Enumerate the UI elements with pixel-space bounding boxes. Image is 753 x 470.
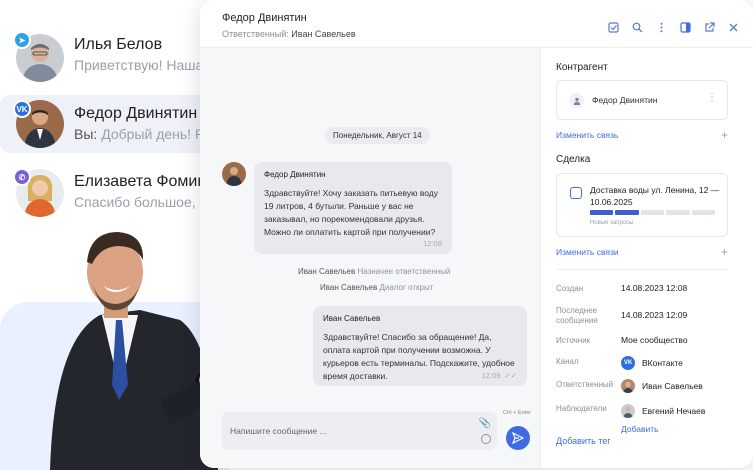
- chat-name: Федор Двинятин: [74, 105, 198, 122]
- send-button[interactable]: [506, 426, 530, 450]
- deal-heading: Сделка: [556, 154, 591, 165]
- deal-name: Доставка воды ул. Ленина, 12 — 10.06.202…: [590, 185, 720, 207]
- viber-icon: ✆: [13, 168, 31, 186]
- attach-icon[interactable]: 📎: [479, 418, 491, 429]
- system-event: Иван Савельев Диалог открыт: [320, 283, 434, 292]
- avatar: [621, 404, 635, 418]
- chat-name: Илья Белов: [74, 36, 163, 53]
- add-icon[interactable]: +: [721, 128, 728, 142]
- send-icon: [512, 432, 524, 444]
- message-author: Иван Савельев: [323, 314, 381, 323]
- deal-icon: [570, 187, 582, 199]
- external-link-icon[interactable]: [703, 21, 715, 33]
- chat-preview: Вы: Добрый день! Р: [74, 126, 205, 142]
- chat-preview: Приветствую! Наша: [74, 57, 204, 73]
- responsible-subtitle: Ответственный: Иван Савельев: [222, 29, 356, 39]
- chat-window: Федор Двинятин Ответственный: Иван Савел…: [200, 0, 753, 468]
- vk-icon: VK: [13, 100, 31, 118]
- emoji-icon[interactable]: [481, 434, 491, 444]
- created-value: 14.08.2023 12:08: [621, 283, 688, 293]
- progress-segment: [691, 210, 716, 215]
- responsible-label: Ответственный: [556, 380, 614, 389]
- message-time: 12:08: [423, 239, 442, 248]
- header-toolbar: [607, 21, 739, 33]
- channel-label: Канал: [556, 357, 579, 366]
- change-link-button[interactable]: Изменить связь: [556, 130, 618, 140]
- add-tag-button[interactable]: Добавить тег: [556, 436, 611, 446]
- contractor-name: Федор Двинятин: [592, 95, 658, 105]
- deal-stage: Новые запросы: [590, 220, 634, 226]
- channel-value: ВКонтакте: [642, 358, 683, 368]
- read-check-icon: ✓✓: [504, 371, 517, 380]
- message-input[interactable]: [226, 417, 476, 445]
- progress-segment: [640, 210, 665, 215]
- compose-box: 📎: [222, 412, 497, 450]
- user-icon: [569, 93, 584, 108]
- chat-area: Понедельник, Август 14 Федор Двинятин Зд…: [200, 48, 540, 468]
- deal-progress: [590, 210, 716, 215]
- change-links-button[interactable]: Изменить связи: [556, 247, 619, 257]
- chat-preview: Спасибо большое, п: [74, 194, 208, 210]
- created-label: Создан: [556, 284, 584, 293]
- source-label: Источник: [556, 336, 591, 345]
- progress-segment: [666, 210, 690, 215]
- progress-segment: [590, 210, 614, 215]
- contact-title: Федор Двинятин: [222, 12, 307, 24]
- chat-name: Елизавета Фомин: [74, 173, 207, 190]
- send-shortcut-hint: Ctrl + Enter: [503, 410, 531, 416]
- search-icon[interactable]: [631, 21, 643, 33]
- last-message-label: Последнее сообщение: [556, 306, 598, 325]
- checkbox-icon[interactable]: [607, 21, 619, 33]
- deal-card[interactable]: Доставка воды ул. Ленина, 12 — 10.06.202…: [556, 173, 728, 237]
- incoming-message: Федор Двинятин Здравствуйте! Хочу заказа…: [254, 162, 452, 254]
- chat-header: Федор Двинятин Ответственный: Иван Савел…: [200, 0, 753, 48]
- date-separator: Понедельник, Август 14: [325, 127, 430, 144]
- message-time: 12:09 ✓✓: [481, 371, 517, 380]
- more-vertical-icon[interactable]: ⋮: [707, 92, 717, 103]
- contractor-heading: Контрагент: [556, 62, 608, 73]
- avatar: [222, 162, 246, 186]
- vk-icon: VK: [621, 356, 635, 370]
- contractor-card[interactable]: Федор Двинятин ⋮: [556, 80, 728, 120]
- progress-segment: [615, 210, 639, 215]
- outgoing-message: Иван Савельев Здравствуйте! Спасибо за о…: [313, 306, 527, 386]
- avatar: [621, 379, 635, 393]
- message-text: Здравствуйте! Хочу заказать питьевую вод…: [264, 188, 439, 237]
- divider: [556, 269, 728, 270]
- last-message-value: 14.08.2023 12:09: [621, 310, 688, 320]
- responsible-value: Иван Савельев: [642, 381, 703, 391]
- more-vertical-icon[interactable]: [655, 21, 667, 33]
- observers-label: Наблюдатели: [556, 404, 607, 413]
- source-value: Мое сообщество: [621, 335, 688, 345]
- panel-icon[interactable]: [679, 21, 691, 33]
- observers-value: Евгений Нечаев: [642, 406, 706, 416]
- add-icon[interactable]: +: [721, 245, 728, 259]
- add-observer-button[interactable]: Добавить: [621, 424, 659, 434]
- system-event: Иван Савельев Назначен ответственный: [298, 267, 451, 276]
- close-icon[interactable]: [727, 21, 739, 33]
- message-author: Федор Двинятин: [264, 170, 326, 179]
- details-panel: Контрагент Федор Двинятин ⋮ Изменить свя…: [540, 48, 753, 468]
- telegram-icon: ➤: [13, 31, 31, 49]
